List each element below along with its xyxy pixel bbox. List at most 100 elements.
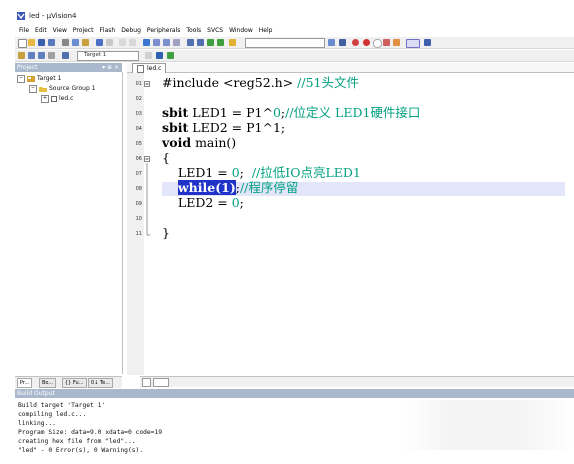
bookmark-next-icon[interactable] [163, 39, 170, 46]
window-layout-icon[interactable] [406, 39, 420, 48]
menu-project[interactable]: Project [73, 27, 94, 34]
code-line-6[interactable]: { [162, 151, 170, 164]
breakpoint-icon[interactable] [363, 39, 370, 46]
menu-tools[interactable]: Tools [186, 27, 201, 34]
uvision-window: led - μVision4 File Edit View Project Fl… [15, 0, 574, 464]
cut-icon[interactable] [62, 39, 69, 46]
code-line-3[interactable]: sbit LED1 = P1^0;//位定义 LED1硬件接口 [162, 106, 420, 119]
title-bar: led - μVision4 [15, 10, 574, 22]
code-line-1[interactable]: #include <reg52.h> //51头文件 [162, 76, 359, 89]
new-file-icon[interactable] [18, 39, 27, 48]
save-all-icon[interactable] [48, 39, 55, 46]
menu-edit[interactable]: Edit [35, 27, 47, 34]
target-select[interactable]: Target 1 [77, 51, 139, 61]
configure-icon[interactable] [424, 39, 431, 46]
target-options-icon[interactable] [145, 52, 152, 59]
save-icon[interactable] [38, 39, 45, 46]
menu-bar: File Edit View Project Flash Debug Perip… [15, 25, 574, 35]
debug-session-icon[interactable] [352, 39, 359, 46]
find-icon[interactable] [328, 39, 335, 46]
app-icon [17, 12, 25, 20]
file-icon [137, 64, 144, 73]
breakpoint-clear-icon[interactable] [383, 39, 390, 46]
tree-node-led-c[interactable]: + led.c [41, 94, 73, 103]
rebuild-icon[interactable] [38, 52, 45, 59]
download-icon[interactable] [62, 52, 69, 59]
code-text: ; [239, 195, 244, 210]
build-output-title: Build Output [17, 390, 55, 397]
paste-icon[interactable] [82, 39, 89, 46]
collapse-icon[interactable]: − [17, 74, 25, 83]
code-comment: //程序停留 [239, 180, 299, 195]
line-number: 06 [135, 156, 142, 162]
breakpoint-enable-icon[interactable] [373, 39, 382, 48]
nav-forward-icon[interactable] [129, 39, 136, 46]
bookmark-clear-icon[interactable] [173, 39, 180, 46]
menu-svcs[interactable]: SVCS [207, 27, 223, 34]
nav-back-icon[interactable] [119, 39, 126, 46]
comment-icon[interactable] [207, 39, 214, 46]
copy-icon[interactable] [72, 39, 79, 46]
open-folder-icon[interactable] [28, 39, 35, 46]
tree-label-target: Target 1 [37, 75, 62, 82]
code-text: } [162, 225, 170, 240]
bookmark-prev-icon[interactable] [153, 39, 160, 46]
code-line-5[interactable]: void main() [162, 136, 236, 149]
menu-help[interactable]: Help [259, 27, 273, 34]
menu-flash[interactable]: Flash [99, 27, 115, 34]
code-line-4[interactable]: sbit LED2 = P1^1; [162, 121, 285, 134]
stop-build-icon[interactable] [48, 52, 55, 59]
line-number: 07 [135, 171, 142, 177]
code-line-7[interactable]: LED1 = 0; //拉低IO点亮LED1 [162, 166, 361, 179]
collapse-icon[interactable]: − [29, 84, 37, 93]
code-number: 0 [272, 105, 281, 120]
bookmark-icon[interactable] [143, 39, 150, 46]
project-panel-controls[interactable]: ▾ ⊕ × [102, 63, 119, 72]
uncomment-icon[interactable] [217, 39, 224, 46]
find-combo[interactable] [245, 38, 325, 48]
code-line-11[interactable]: } [162, 226, 170, 239]
tree-node-source-group[interactable]: − Source Group 1 [29, 84, 96, 93]
code-line-8[interactable]: while(1);//程序停留 [162, 180, 299, 195]
editor-tab-led-c[interactable]: led.c [132, 63, 167, 73]
menu-view[interactable]: View [53, 27, 67, 34]
find-in-files-icon[interactable] [229, 39, 236, 46]
folder-icon [39, 86, 47, 92]
menu-window[interactable]: Window [229, 27, 253, 34]
menu-file[interactable]: File [19, 27, 29, 34]
editor-tab-bar: led.c [127, 63, 574, 73]
unindent-icon[interactable] [197, 39, 204, 46]
manage-components-icon[interactable] [156, 52, 163, 59]
menu-peripherals[interactable]: Peripherals [147, 27, 180, 34]
tab-functions[interactable]: {} Fu... [62, 378, 87, 388]
redo-icon[interactable] [106, 39, 113, 46]
incremental-find-icon[interactable] [339, 39, 346, 46]
fold-margin [144, 73, 151, 375]
expand-icon[interactable]: + [41, 94, 49, 103]
scroll-left-icon[interactable] [142, 378, 151, 387]
line-number: 11 [135, 231, 142, 237]
menu-debug[interactable]: Debug [121, 27, 141, 34]
build-toolbar: Target 1 [15, 50, 574, 62]
fold-collapse-icon[interactable] [144, 156, 151, 163]
code-line-9[interactable]: LED2 = 0; [162, 196, 244, 209]
code-text: LED1 = P1^ [188, 105, 273, 120]
build-output-line: creating hex file from "led"... [18, 438, 136, 445]
indent-icon[interactable] [187, 39, 194, 46]
horizontal-scrollbar[interactable] [140, 376, 574, 387]
tab-books[interactable]: Bo... [39, 378, 57, 388]
tree-node-target[interactable]: − Target 1 [17, 74, 61, 83]
undo-icon[interactable] [96, 39, 103, 46]
scroll-thumb[interactable] [153, 378, 169, 387]
breakpoint-kill-icon[interactable] [393, 39, 400, 46]
tab-templates[interactable]: 0↓ Te... [88, 378, 114, 388]
build-output-line: Program Size: data=9.0 xdata=0 code=19 [18, 429, 163, 436]
translate-icon[interactable] [18, 52, 25, 59]
select-device-icon[interactable] [167, 52, 174, 59]
code-text: ; [239, 165, 252, 180]
build-output-line: compiling led.c... [18, 411, 87, 418]
build-icon[interactable] [28, 52, 35, 59]
fold-collapse-icon[interactable] [144, 81, 151, 88]
tab-project[interactable]: Pr... [17, 378, 33, 388]
